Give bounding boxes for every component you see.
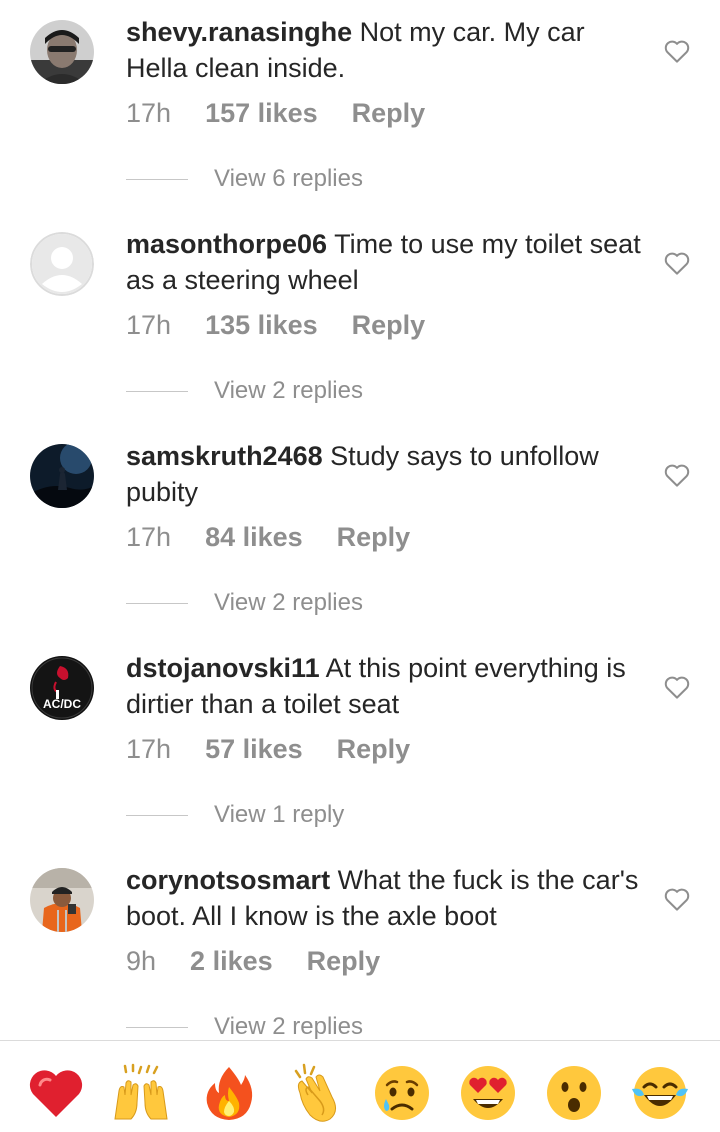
comment-text: dstojanovski11 At this point everything …	[126, 650, 646, 722]
comment-likes[interactable]: 157 likes	[205, 98, 318, 129]
reply-button[interactable]: Reply	[337, 522, 411, 553]
quick-reaction-bar	[0, 1040, 720, 1132]
reply-button[interactable]: Reply	[352, 98, 426, 129]
comment-text: masonthorpe06 Time to use my toilet seat…	[126, 226, 646, 298]
comment-likes[interactable]: 84 likes	[205, 522, 303, 553]
comment-username[interactable]: samskruth2468	[126, 441, 323, 471]
avatar[interactable]	[30, 232, 94, 296]
view-replies-label: View 2 replies	[214, 377, 363, 404]
comment-item: AC/DC dstojanovski11 At this point every…	[0, 636, 720, 848]
comment-time: 17h	[126, 97, 172, 128]
view-replies-label: View 2 replies	[214, 1013, 363, 1040]
like-heart-icon[interactable]	[662, 884, 692, 914]
comment-item: masonthorpe06 Time to use my toilet seat…	[0, 212, 720, 424]
raising-hands-emoji-icon[interactable]	[111, 1063, 171, 1123]
comment-username[interactable]: masonthorpe06	[126, 229, 327, 259]
clapping-hands-emoji-icon[interactable]	[286, 1063, 346, 1123]
reply-button[interactable]: Reply	[352, 310, 426, 341]
comment-username[interactable]: corynotsosmart	[126, 865, 330, 895]
comment-text: shevy.ranasinghe Not my car. My car Hell…	[126, 14, 646, 86]
avatar[interactable]	[30, 444, 94, 508]
avatar[interactable]	[30, 868, 94, 932]
view-replies-button[interactable]: View 2 replies	[126, 587, 363, 619]
comment-meta: 9h 2 likes Reply	[126, 941, 414, 981]
view-replies-label: View 1 reply	[214, 801, 345, 828]
reply-button[interactable]: Reply	[307, 946, 381, 977]
like-heart-icon[interactable]	[662, 248, 692, 278]
tears-of-joy-emoji-icon[interactable]	[630, 1063, 690, 1123]
comment-item: samskruth2468 Study says to unfollow pub…	[0, 424, 720, 636]
divider-line	[126, 602, 188, 604]
avatar[interactable]	[30, 20, 94, 84]
comment-time: 17h	[126, 733, 172, 764]
view-replies-button[interactable]: View 1 reply	[126, 799, 344, 831]
heart-eyes-emoji-icon[interactable]	[458, 1063, 518, 1123]
comment-time: 17h	[126, 521, 172, 552]
comment-item: corynotsosmart What the fuck is the car'…	[0, 848, 720, 1060]
comment-meta: 17h 157 likes Reply	[126, 93, 459, 133]
like-heart-icon[interactable]	[662, 36, 692, 66]
reply-button[interactable]: Reply	[337, 734, 411, 765]
comment-text: samskruth2468 Study says to unfollow pub…	[126, 438, 646, 510]
like-heart-icon[interactable]	[662, 672, 692, 702]
like-heart-icon[interactable]	[662, 460, 692, 490]
view-replies-button[interactable]: View 2 replies	[126, 375, 363, 407]
view-replies-button[interactable]: View 6 replies	[126, 163, 363, 195]
comment-meta: 17h 57 likes Reply	[126, 729, 444, 769]
comment-meta: 17h 135 likes Reply	[126, 305, 459, 345]
comment-item: shevy.ranasinghe Not my car. My car Hell…	[0, 0, 720, 212]
comment-text: corynotsosmart What the fuck is the car'…	[126, 862, 646, 934]
divider-line	[126, 178, 188, 180]
comment-likes[interactable]: 57 likes	[205, 734, 303, 765]
view-replies-label: View 6 replies	[214, 165, 363, 192]
divider-line	[126, 814, 188, 816]
fire-emoji-icon[interactable]	[199, 1063, 259, 1123]
comment-time: 17h	[126, 309, 172, 340]
divider-line	[126, 390, 188, 392]
comment-time: 9h	[126, 945, 157, 976]
comment-username[interactable]: shevy.ranasinghe	[126, 17, 352, 47]
view-replies-label: View 2 replies	[214, 589, 363, 616]
surprised-face-emoji-icon[interactable]	[544, 1063, 604, 1123]
divider-line	[126, 1026, 188, 1028]
comment-likes[interactable]: 2 likes	[190, 946, 273, 977]
sad-face-emoji-icon[interactable]	[372, 1063, 432, 1123]
acdc-logo-text: AC/DC	[43, 697, 81, 711]
comment-username[interactable]: dstojanovski11	[126, 653, 320, 683]
avatar[interactable]: AC/DC	[30, 656, 94, 720]
comment-meta: 17h 84 likes Reply	[126, 517, 444, 557]
red-heart-emoji-icon[interactable]	[26, 1063, 86, 1123]
view-replies-button[interactable]: View 2 replies	[126, 1011, 363, 1043]
comment-likes[interactable]: 135 likes	[205, 310, 318, 341]
